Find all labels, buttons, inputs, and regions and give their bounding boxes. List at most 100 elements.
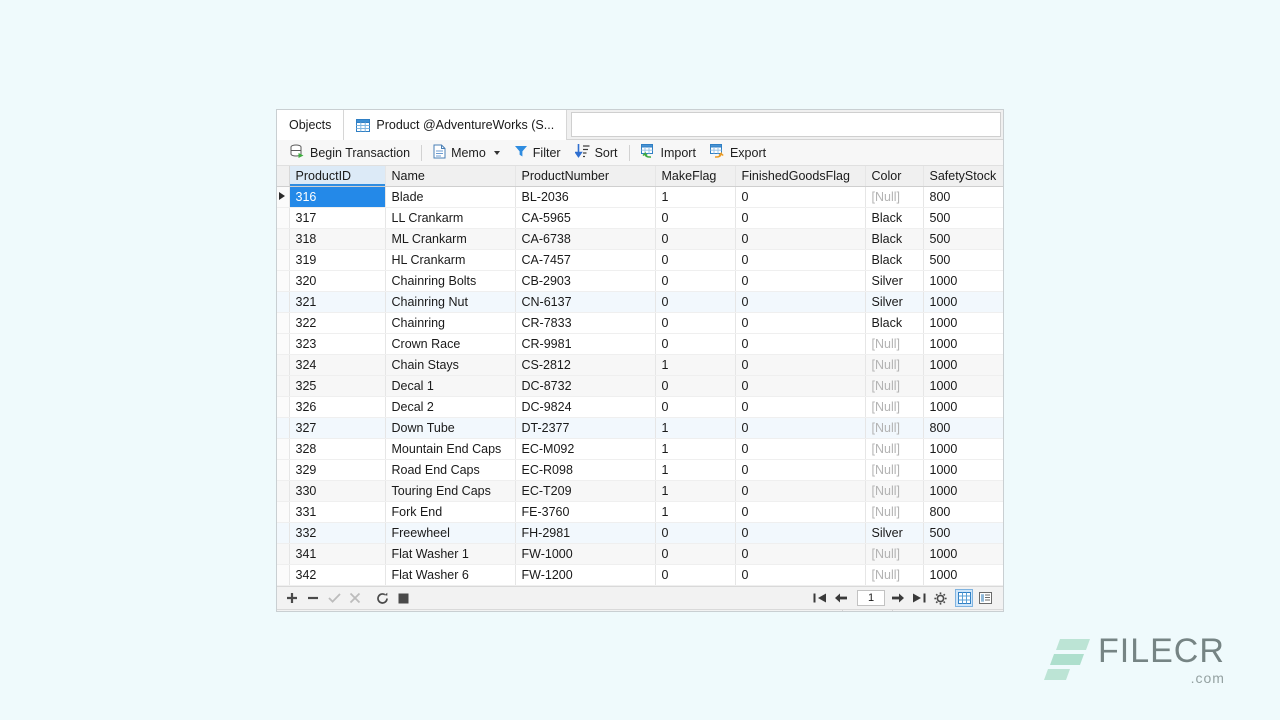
row-gutter-cell[interactable] bbox=[277, 418, 289, 439]
previous-page-icon[interactable] bbox=[832, 589, 850, 607]
cell-makeflag[interactable]: 1 bbox=[655, 439, 735, 460]
table-row[interactable]: 321Chainring NutCN-613700Silver1000 bbox=[277, 292, 1004, 313]
cell-makeflag[interactable]: 0 bbox=[655, 523, 735, 544]
cell-finishedgoodsflag[interactable]: 0 bbox=[735, 565, 865, 586]
memo-button[interactable]: Memo bbox=[426, 142, 507, 164]
cell-safetystock[interactable]: 1000 bbox=[923, 334, 1004, 355]
cell-finishedgoodsflag[interactable]: 0 bbox=[735, 313, 865, 334]
cell-finishedgoodsflag[interactable]: 0 bbox=[735, 250, 865, 271]
row-gutter-cell[interactable] bbox=[277, 544, 289, 565]
row-gutter-cell[interactable] bbox=[277, 397, 289, 418]
cell-makeflag[interactable]: 0 bbox=[655, 544, 735, 565]
cell-safetystock[interactable]: 500 bbox=[923, 229, 1004, 250]
table-row[interactable]: 317LL CrankarmCA-596500Black500 bbox=[277, 208, 1004, 229]
table-row[interactable]: 329Road End CapsEC-R09810[Null]1000 bbox=[277, 460, 1004, 481]
row-gutter-cell[interactable] bbox=[277, 334, 289, 355]
table-row[interactable]: 324Chain StaysCS-281210[Null]1000 bbox=[277, 355, 1004, 376]
table-row[interactable]: 330Touring End CapsEC-T20910[Null]1000 bbox=[277, 481, 1004, 502]
cell-productnumber[interactable]: EC-T209 bbox=[515, 481, 655, 502]
cell-color[interactable]: Black bbox=[865, 313, 923, 334]
cell-color[interactable]: Black bbox=[865, 250, 923, 271]
cell-color[interactable]: [Null] bbox=[865, 502, 923, 523]
cell-safetystock[interactable]: 1000 bbox=[923, 376, 1004, 397]
cell-name[interactable]: Crown Race bbox=[385, 334, 515, 355]
cell-finishedgoodsflag[interactable]: 0 bbox=[735, 229, 865, 250]
next-page-icon[interactable] bbox=[889, 589, 907, 607]
table-row[interactable]: 332FreewheelFH-298100Silver500 bbox=[277, 523, 1004, 544]
cell-productnumber[interactable]: CA-7457 bbox=[515, 250, 655, 271]
cell-name[interactable]: Road End Caps bbox=[385, 460, 515, 481]
cell-finishedgoodsflag[interactable]: 0 bbox=[735, 208, 865, 229]
row-gutter-cell[interactable] bbox=[277, 523, 289, 544]
cell-makeflag[interactable]: 0 bbox=[655, 313, 735, 334]
cell-productid[interactable]: 316 bbox=[289, 187, 385, 208]
cell-safetystock[interactable]: 1000 bbox=[923, 439, 1004, 460]
cell-productnumber[interactable]: CN-6137 bbox=[515, 292, 655, 313]
cell-productnumber[interactable]: BL-2036 bbox=[515, 187, 655, 208]
cell-color[interactable]: [Null] bbox=[865, 418, 923, 439]
cell-productnumber[interactable]: CA-6738 bbox=[515, 229, 655, 250]
cell-safetystock[interactable]: 1000 bbox=[923, 355, 1004, 376]
cell-productnumber[interactable]: CR-7833 bbox=[515, 313, 655, 334]
column-header-name[interactable]: Name bbox=[385, 166, 515, 187]
cell-color[interactable]: [Null] bbox=[865, 565, 923, 586]
cell-makeflag[interactable]: 1 bbox=[655, 355, 735, 376]
cell-safetystock[interactable]: 500 bbox=[923, 208, 1004, 229]
cell-name[interactable]: LL Crankarm bbox=[385, 208, 515, 229]
cell-color[interactable]: Silver bbox=[865, 523, 923, 544]
cell-productid[interactable]: 329 bbox=[289, 460, 385, 481]
row-gutter-cell[interactable] bbox=[277, 460, 289, 481]
cell-makeflag[interactable]: 0 bbox=[655, 565, 735, 586]
cell-makeflag[interactable]: 0 bbox=[655, 334, 735, 355]
cell-name[interactable]: Flat Washer 1 bbox=[385, 544, 515, 565]
cell-finishedgoodsflag[interactable]: 0 bbox=[735, 439, 865, 460]
cell-name[interactable]: Freewheel bbox=[385, 523, 515, 544]
tab-product-table[interactable]: Product @AdventureWorks (S... bbox=[344, 110, 567, 140]
cell-finishedgoodsflag[interactable]: 0 bbox=[735, 523, 865, 544]
cell-makeflag[interactable]: 0 bbox=[655, 250, 735, 271]
export-button[interactable]: Export bbox=[703, 142, 773, 164]
row-gutter-cell[interactable] bbox=[277, 250, 289, 271]
row-gutter-cell[interactable] bbox=[277, 355, 289, 376]
filter-button[interactable]: Filter bbox=[507, 142, 568, 164]
last-page-icon[interactable] bbox=[910, 589, 928, 607]
cell-makeflag[interactable]: 0 bbox=[655, 397, 735, 418]
cell-safetystock[interactable]: 800 bbox=[923, 502, 1004, 523]
grid-view-icon[interactable] bbox=[955, 589, 973, 607]
cell-productid[interactable]: 317 bbox=[289, 208, 385, 229]
cell-productid[interactable]: 318 bbox=[289, 229, 385, 250]
stop-square-icon[interactable] bbox=[394, 589, 412, 607]
row-gutter-cell[interactable] bbox=[277, 376, 289, 397]
cell-safetystock[interactable]: 1000 bbox=[923, 544, 1004, 565]
cell-productid[interactable]: 327 bbox=[289, 418, 385, 439]
cell-name[interactable]: Flat Washer 6 bbox=[385, 565, 515, 586]
cell-safetystock[interactable]: 500 bbox=[923, 250, 1004, 271]
cell-finishedgoodsflag[interactable]: 0 bbox=[735, 502, 865, 523]
minus-icon[interactable] bbox=[304, 589, 322, 607]
cell-makeflag[interactable]: 0 bbox=[655, 229, 735, 250]
cell-makeflag[interactable]: 1 bbox=[655, 418, 735, 439]
cell-finishedgoodsflag[interactable]: 0 bbox=[735, 271, 865, 292]
cell-finishedgoodsflag[interactable]: 0 bbox=[735, 397, 865, 418]
cell-productnumber[interactable]: EC-R098 bbox=[515, 460, 655, 481]
cell-name[interactable]: Chainring bbox=[385, 313, 515, 334]
cell-color[interactable]: Black bbox=[865, 208, 923, 229]
cell-color[interactable]: [Null] bbox=[865, 481, 923, 502]
cell-productnumber[interactable]: CB-2903 bbox=[515, 271, 655, 292]
cell-productnumber[interactable]: CS-2812 bbox=[515, 355, 655, 376]
column-header-safetystock[interactable]: SafetyStock bbox=[923, 166, 1004, 187]
cell-color[interactable]: [Null] bbox=[865, 397, 923, 418]
cell-color[interactable]: Silver bbox=[865, 271, 923, 292]
cell-productid[interactable]: 328 bbox=[289, 439, 385, 460]
cell-safetystock[interactable]: 1000 bbox=[923, 397, 1004, 418]
import-button[interactable]: Import bbox=[634, 142, 703, 164]
cell-productnumber[interactable]: EC-M092 bbox=[515, 439, 655, 460]
cell-name[interactable]: Touring End Caps bbox=[385, 481, 515, 502]
cell-finishedgoodsflag[interactable]: 0 bbox=[735, 187, 865, 208]
cell-name[interactable]: ML Crankarm bbox=[385, 229, 515, 250]
row-gutter-cell[interactable] bbox=[277, 292, 289, 313]
cell-productid[interactable]: 330 bbox=[289, 481, 385, 502]
cell-finishedgoodsflag[interactable]: 0 bbox=[735, 292, 865, 313]
cell-finishedgoodsflag[interactable]: 0 bbox=[735, 481, 865, 502]
cell-productnumber[interactable]: DT-2377 bbox=[515, 418, 655, 439]
